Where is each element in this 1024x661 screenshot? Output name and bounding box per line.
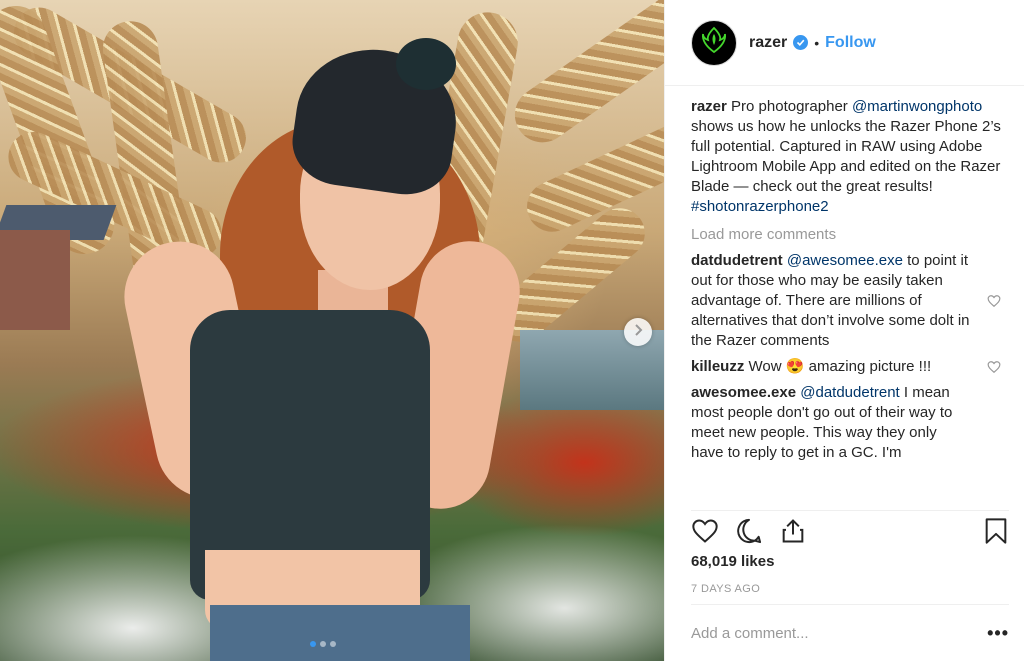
post-header: razer • Follow	[665, 0, 1024, 86]
comment-like-heart-icon[interactable]	[987, 294, 1001, 308]
comment-username[interactable]: datdudetrent	[691, 252, 783, 269]
like-heart-icon[interactable]	[691, 517, 719, 550]
add-comment-bar: Add a comment... •••	[691, 604, 1009, 661]
caption-hashtag[interactable]: #shotonrazerphone2	[691, 198, 829, 215]
caption-username[interactable]: razer	[691, 98, 727, 115]
comment-username[interactable]: awesomee.exe	[691, 384, 796, 401]
header-username[interactable]: razer	[749, 34, 787, 52]
comment-item: datdudetrent @awesomee.exe to point it o…	[691, 251, 1001, 351]
comment-bubble-icon[interactable]	[735, 517, 763, 550]
comments-list[interactable]: razer Pro photographer @martinwongphoto …	[691, 97, 1001, 507]
chevron-right-icon	[633, 323, 643, 341]
comment-mention[interactable]: @awesomee.exe	[787, 252, 903, 269]
post-actions-bar	[691, 510, 1009, 550]
bookmark-icon[interactable]	[983, 517, 1009, 550]
post-photo[interactable]	[0, 0, 664, 661]
likes-count[interactable]: 68,019 likes	[691, 553, 774, 570]
caption-text: Pro photographer	[726, 98, 852, 115]
share-icon[interactable]	[779, 517, 807, 550]
caption-text: shows us how he unlocks the Razer Phone …	[691, 118, 1001, 195]
more-options-button[interactable]: •••	[987, 623, 1009, 644]
comment-username[interactable]: killeuzz	[691, 358, 744, 375]
carousel-dots	[310, 641, 336, 647]
carousel-dot-1	[310, 641, 316, 647]
avatar[interactable]	[691, 19, 737, 66]
razer-logo-icon	[699, 25, 729, 60]
carousel-dot-3	[330, 641, 336, 647]
follow-button[interactable]: Follow	[825, 34, 876, 52]
comment-text: Wow	[744, 358, 786, 375]
comment-item: killeuzz Wow 😍 amazing picture !!!	[691, 357, 1001, 377]
comment-item: awesomee.exe @datdudetrent I mean most p…	[691, 383, 1001, 463]
comment-mention[interactable]: @datdudetrent	[800, 384, 899, 401]
carousel-next-button[interactable]	[624, 318, 652, 346]
header-separator: •	[814, 34, 820, 51]
post-side-panel: razer • Follow razer Pro photographer @m…	[664, 0, 1024, 661]
post-caption: razer Pro photographer @martinwongphoto …	[691, 97, 1001, 217]
verified-badge-icon	[793, 35, 809, 50]
carousel-dot-2	[320, 641, 326, 647]
comment-text: amazing picture !!!	[804, 358, 932, 375]
load-more-comments-button[interactable]: Load more comments	[691, 225, 1001, 245]
heart-eyes-emoji: 😍	[785, 358, 805, 375]
add-comment-input[interactable]: Add a comment...	[691, 625, 809, 642]
post-timestamp[interactable]: 7 DAYS AGO	[691, 583, 760, 595]
caption-mention[interactable]: @martinwongphoto	[852, 98, 982, 115]
comment-like-heart-icon[interactable]	[987, 360, 1001, 374]
